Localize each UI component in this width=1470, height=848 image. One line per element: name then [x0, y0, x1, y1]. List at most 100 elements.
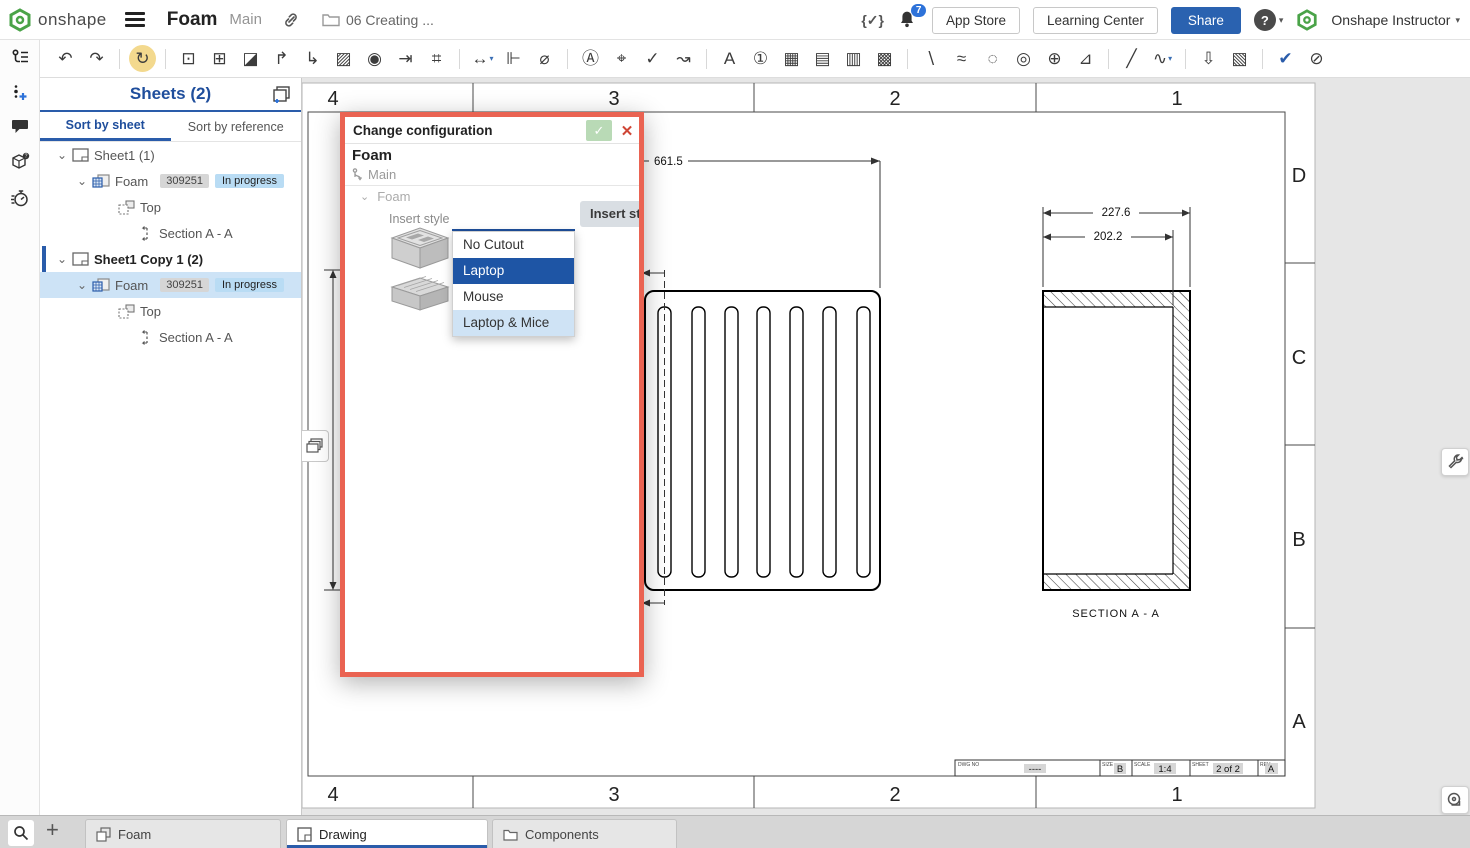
comments-button[interactable]: [8, 114, 32, 138]
user-menu-button[interactable]: Onshape Instructor ▾: [1331, 12, 1460, 28]
tab-sort-by-reference[interactable]: Sort by reference: [171, 112, 302, 141]
datum-button[interactable]: Ⓐ: [577, 45, 604, 72]
broken-view-button[interactable]: ⇥: [392, 45, 419, 72]
learning-center-button[interactable]: Learning Center: [1033, 7, 1158, 34]
measure-button[interactable]: [1441, 786, 1469, 814]
foam-top-view[interactable]: [645, 291, 880, 590]
tree-row-sheet1[interactable]: ⌄ Sheet1 (1): [40, 142, 301, 168]
update-references-button[interactable]: ↻: [129, 45, 156, 72]
tab-components[interactable]: Components: [492, 819, 677, 848]
surface-finish-icon: ✓: [645, 50, 659, 67]
hole-table-button[interactable]: ▥: [840, 45, 867, 72]
drawing-toolbar: ↶↷ ↻ ⊡⊞◪↱↳▨◉ ⇥ ⌗ ↔▾⊩⌀ Ⓐ⌖ ✓ ↝ A①▦▤▥ ▩ ∖≈◌◎ ⊕ ⊿ ╱∿▾ ⇩▧ ✔⊘: [40, 40, 1470, 78]
option-laptop-and-mice[interactable]: Laptop & Mice: [453, 310, 574, 336]
share-button[interactable]: Share: [1171, 7, 1241, 34]
magnifier-icon: [13, 825, 29, 841]
tree-row-foam-2[interactable]: ⌄ Foam 309251 In progress: [40, 272, 301, 298]
drawing-properties-button[interactable]: [1441, 448, 1469, 476]
centerline-button[interactable]: ∖: [917, 45, 944, 72]
option-mouse[interactable]: Mouse: [453, 284, 574, 310]
dialog-header[interactable]: Change configuration ✓ ✕: [345, 117, 639, 144]
dimension-button[interactable]: ↔▾: [469, 45, 496, 72]
tree-row-foam-1[interactable]: ⌄ Foam 309251 In progress: [40, 168, 301, 194]
folder-name[interactable]: 06 Creating ...: [346, 12, 434, 28]
toolbar-separator: [165, 49, 166, 69]
history-button[interactable]: [8, 186, 32, 210]
help-cube-button[interactable]: ?: [8, 149, 32, 173]
center-mark-pattern-button[interactable]: ◌: [979, 45, 1006, 72]
zoom-tools-button[interactable]: [8, 820, 34, 846]
redo-button[interactable]: ↷: [83, 45, 110, 72]
detail-view-button[interactable]: ◉: [361, 45, 388, 72]
app-store-button[interactable]: App Store: [932, 7, 1020, 34]
tab-drawing[interactable]: Drawing: [286, 819, 488, 848]
help-menu-button[interactable]: ? ▾: [1254, 9, 1284, 31]
spline-button[interactable]: ∿▾: [1149, 45, 1176, 72]
center-mark-button[interactable]: ⊕: [1041, 45, 1068, 72]
chevron-down-icon[interactable]: ⌄: [74, 278, 90, 292]
note-button[interactable]: A: [716, 45, 743, 72]
chevron-down-icon[interactable]: ⌄: [54, 148, 70, 162]
chevron-down-icon[interactable]: ⌄: [74, 174, 90, 188]
projected-view-button[interactable]: ⊞: [206, 45, 233, 72]
tree-row-sheet1-copy[interactable]: ⌄ Sheet1 Copy 1 (2): [40, 246, 301, 272]
tangent-line-button[interactable]: ⊿: [1072, 45, 1099, 72]
part-reference-icon: [92, 174, 110, 189]
insert-image-button[interactable]: ▧: [1226, 45, 1253, 72]
sketch-line-button[interactable]: ╱: [1118, 45, 1145, 72]
chevron-down-icon: ▾: [1279, 15, 1284, 26]
revision-table-icon: ▩: [876, 50, 892, 67]
hide-dimensions-button[interactable]: ⊘: [1303, 45, 1330, 72]
tree-row-top-view-2[interactable]: Top: [40, 298, 301, 324]
diameter-dimension-button[interactable]: ⌀: [531, 45, 558, 72]
confirm-button[interactable]: ✓: [586, 120, 612, 141]
crop-view-button[interactable]: ⌗: [423, 45, 450, 72]
add-sheet-button[interactable]: [271, 85, 291, 106]
chevron-down-icon[interactable]: ⌄: [54, 252, 70, 266]
undo-button[interactable]: ↶: [52, 45, 79, 72]
tab-foam-part-studio[interactable]: Foam: [85, 819, 281, 848]
option-no-cutout[interactable]: No Cutout: [453, 232, 574, 258]
geometric-tolerance-button[interactable]: ⌖: [608, 45, 635, 72]
export-dxf-button[interactable]: ⇩: [1195, 45, 1222, 72]
tab-sort-by-sheet[interactable]: Sort by sheet: [40, 112, 171, 141]
surface-finish-button[interactable]: ✓: [639, 45, 666, 72]
insert-reference-button[interactable]: [8, 81, 32, 105]
tree-row-section-view-2[interactable]: Section A - A: [40, 324, 301, 350]
section-line-button[interactable]: ↱: [268, 45, 295, 72]
show-hidden-dimensions-button[interactable]: ✔: [1272, 45, 1299, 72]
configuration-group-row[interactable]: ⌄ Foam: [360, 189, 410, 204]
hamburger-menu-icon[interactable]: [125, 9, 145, 31]
table-button[interactable]: ▦: [778, 45, 805, 72]
option-laptop[interactable]: Laptop: [453, 258, 574, 284]
inspection-symbol-button[interactable]: ①: [747, 45, 774, 72]
user-name: Onshape Instructor: [1331, 12, 1450, 28]
document-outline-button[interactable]: [8, 45, 32, 69]
auxiliary-view-button[interactable]: ◪: [237, 45, 264, 72]
section-view-button[interactable]: ▨: [330, 45, 357, 72]
svg-text:3: 3: [608, 88, 619, 110]
feature-script-icon[interactable]: {✓}: [861, 12, 884, 29]
weld-symbol-button[interactable]: ↝: [670, 45, 697, 72]
circular-center-mark-button[interactable]: ◎: [1010, 45, 1037, 72]
tree-row-section-view-1[interactable]: Section A - A: [40, 220, 301, 246]
ordinate-dimension-button[interactable]: ⊩: [500, 45, 527, 72]
svg-text:DWG NO: DWG NO: [958, 762, 979, 768]
workspace-name[interactable]: Main: [229, 11, 262, 28]
toolbar-separator: [459, 49, 460, 69]
center-mark-icon: ⊕: [1047, 50, 1061, 67]
add-tab-button[interactable]: +: [46, 817, 59, 843]
broken-view-icon: ⇥: [398, 50, 412, 67]
aligned-section-button[interactable]: ↳: [299, 45, 326, 72]
close-button[interactable]: ✕: [617, 120, 637, 141]
tree-row-top-view-1[interactable]: Top: [40, 194, 301, 220]
notifications-button[interactable]: 7: [897, 8, 919, 32]
add-sheet-icon: [271, 85, 291, 103]
bom-table-button[interactable]: ▤: [809, 45, 836, 72]
sheets-panel-collapse-handle[interactable]: [302, 430, 329, 462]
centerline-bisector-button[interactable]: ≈: [948, 45, 975, 72]
dialog-workspace-name: Main: [368, 167, 396, 182]
insert-view-button[interactable]: ⊡: [175, 45, 202, 72]
revision-table-button[interactable]: ▩: [871, 45, 898, 72]
link-icon[interactable]: [282, 11, 300, 29]
